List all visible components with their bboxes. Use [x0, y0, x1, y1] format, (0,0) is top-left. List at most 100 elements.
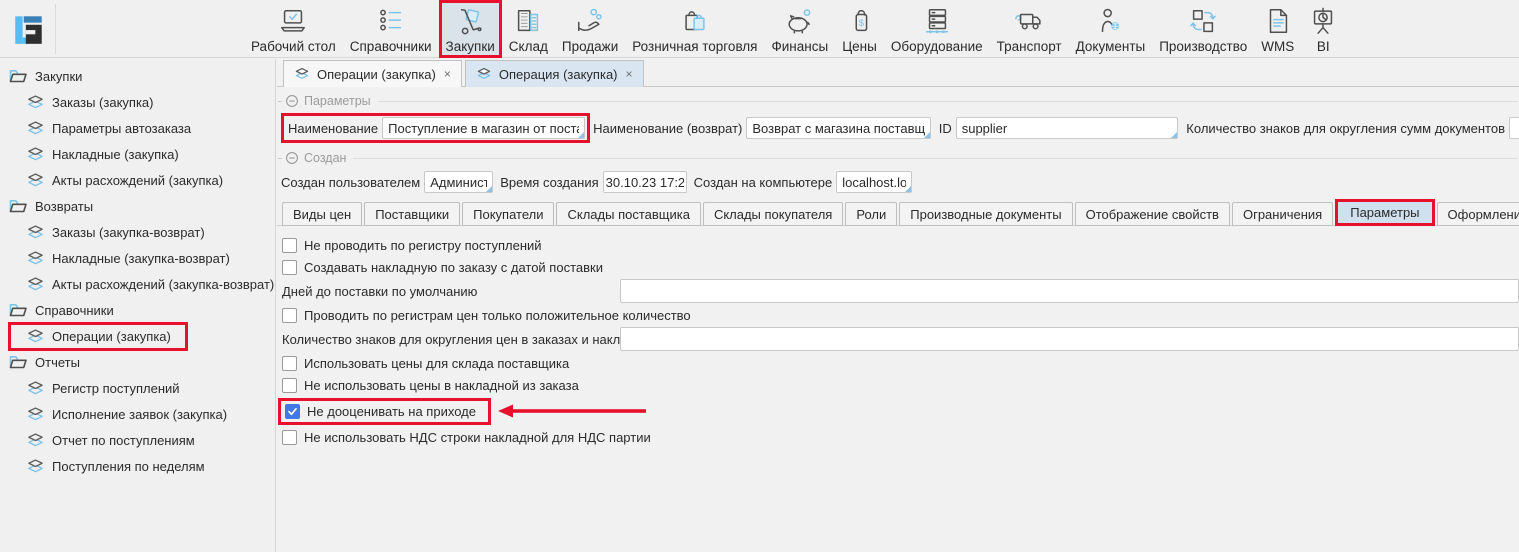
created-time-fieldwrap: [603, 171, 687, 193]
checkbox[interactable]: [282, 356, 297, 371]
document-icon: [1263, 4, 1293, 38]
toolbar-item-hand-coins[interactable]: Продажи: [555, 0, 625, 58]
checkbox-label: Не использовать цены в накладной из зака…: [304, 378, 579, 393]
toolbar-item-piggy-bank[interactable]: Финансы: [765, 0, 836, 58]
layers-icon: [26, 457, 45, 476]
section-tab[interactable]: Виды цен: [282, 202, 362, 226]
sidebar-item[interactable]: Накладные (закупка): [0, 141, 275, 167]
section-tab-label: Ограничения: [1243, 207, 1322, 222]
toolbar-item-server[interactable]: Оборудование: [884, 0, 990, 58]
section-tab[interactable]: Параметры: [1335, 199, 1434, 226]
return-name-input[interactable]: [746, 117, 930, 139]
section-tab-label: Поставщики: [375, 207, 449, 222]
doc-tab[interactable]: Операции (закупка)×: [283, 60, 462, 87]
section-tab[interactable]: Оформление накладных: [1437, 202, 1519, 226]
checkbox[interactable]: [282, 308, 297, 323]
sidebar-item[interactable]: Параметры автозаказа: [0, 115, 275, 141]
sidebar-item[interactable]: Накладные (закупка-возврат): [0, 245, 275, 271]
close-icon[interactable]: ×: [626, 67, 633, 81]
option-input[interactable]: [620, 279, 1519, 303]
folder-icon: [8, 66, 28, 86]
doc-tab[interactable]: Операция (закупка)×: [465, 60, 644, 87]
created-user-fieldwrap: [424, 171, 493, 193]
section-tab[interactable]: Поставщики: [364, 202, 460, 226]
toolbar-item-truck[interactable]: Транспорт: [990, 0, 1069, 58]
sidebar-item[interactable]: Регистр поступлений: [0, 375, 275, 401]
checkbox[interactable]: [282, 378, 297, 393]
squares-cycle-icon: [1188, 4, 1218, 38]
option-row: Не проводить по регистру поступлений: [282, 234, 1519, 256]
section-tab[interactable]: Склады поставщика: [556, 202, 700, 226]
group-header-created: Создан: [278, 150, 1517, 166]
checkbox[interactable]: [282, 430, 297, 445]
piggy-bank-icon: [785, 4, 815, 38]
warehouse-icon: [513, 4, 543, 38]
collapse-icon[interactable]: [285, 94, 299, 108]
created-time-input[interactable]: [603, 171, 687, 193]
close-icon[interactable]: ×: [444, 67, 451, 81]
section-tab-label: Параметры: [1350, 205, 1419, 220]
section-tab-label: Виды цен: [293, 207, 351, 222]
sidebar-item[interactable]: Справочники: [0, 297, 275, 323]
toolbar-item-shopping-bags[interactable]: Розничная торговля: [625, 0, 764, 58]
sidebar-item[interactable]: Заказы (закупка): [0, 89, 275, 115]
section-tab[interactable]: Отображение свойств: [1075, 202, 1230, 226]
name-label: Наименование: [288, 121, 378, 136]
checkbox-label: Проводить по регистрам цен только положи…: [304, 308, 691, 323]
sidebar-item[interactable]: Возвраты: [0, 193, 275, 219]
highlight-annotation-option: Не дооценивать на приходе: [278, 398, 491, 425]
toolbar-item-document[interactable]: WMS: [1254, 0, 1301, 58]
folder-icon: [8, 196, 28, 216]
toolbar-item-warehouse[interactable]: Склад: [502, 0, 555, 58]
sidebar-item[interactable]: Отчет по поступлениям: [0, 427, 275, 453]
layers-icon: [26, 171, 45, 190]
collapse-icon[interactable]: [285, 151, 299, 165]
checkbox-label: Не дооценивать на приходе: [307, 404, 476, 419]
toolbar-item-handtruck[interactable]: Закупки: [439, 0, 502, 58]
sidebar-item-label: Параметры автозаказа: [52, 121, 191, 136]
price-tag-icon: $: [845, 4, 875, 38]
toolbar-item-label: Оборудование: [891, 39, 983, 54]
option-field-row: Количество знаков для округления цен в з…: [282, 326, 1519, 352]
toolbar-item-list[interactable]: Справочники: [343, 0, 439, 58]
toolbar-item-chart-board[interactable]: BI: [1301, 0, 1345, 58]
toolbar-item-label: Финансы: [772, 39, 829, 54]
section-tab[interactable]: Ограничения: [1232, 202, 1333, 226]
section-tab[interactable]: Производные документы: [899, 202, 1072, 226]
group-dash: [278, 101, 282, 102]
section-tab-label: Производные документы: [910, 207, 1061, 222]
sidebar-item[interactable]: Акты расхождений (закупка-возврат): [0, 271, 275, 297]
section-tab[interactable]: Склады покупателя: [703, 202, 843, 226]
sidebar-item[interactable]: Акты расхождений (закупка): [0, 167, 275, 193]
sidebar-item[interactable]: Операции (закупка): [0, 323, 275, 349]
created-user-input[interactable]: [424, 171, 493, 193]
group-title: Создан: [304, 151, 346, 165]
sidebar-item[interactable]: Заказы (закупка-возврат): [0, 219, 275, 245]
name-input[interactable]: [382, 117, 585, 139]
toolbar-item-price-tag[interactable]: $Цены: [835, 0, 884, 58]
section-tab[interactable]: Покупатели: [462, 202, 554, 226]
folder-icon: [8, 300, 28, 320]
toolbar-item-squares-cycle[interactable]: Производство: [1152, 0, 1254, 58]
sidebar-item[interactable]: Исполнение заявок (закупка): [0, 401, 275, 427]
option-input[interactable]: [620, 327, 1519, 351]
toolbar-item-person-globe[interactable]: Документы: [1069, 0, 1153, 58]
created-computer-input[interactable]: [836, 171, 912, 193]
id-label: ID: [939, 121, 952, 136]
id-input[interactable]: [956, 117, 1179, 139]
toolbar-item-label: Закупки: [446, 39, 495, 54]
toolbar-item-label: Склад: [509, 39, 548, 54]
checkbox[interactable]: [285, 404, 300, 419]
sidebar-item[interactable]: Закупки: [0, 63, 275, 89]
chart-board-icon: [1308, 4, 1338, 38]
group-rule: [353, 158, 1517, 159]
sidebar-item[interactable]: Отчеты: [0, 349, 275, 375]
section-tab[interactable]: Роли: [845, 202, 897, 226]
checkbox[interactable]: [282, 260, 297, 275]
layers-icon: [26, 249, 45, 268]
created-computer-fieldwrap: [836, 171, 912, 193]
checkbox[interactable]: [282, 238, 297, 253]
toolbar-item-desktop[interactable]: Рабочий стол: [244, 0, 343, 58]
sidebar-item[interactable]: Поступления по неделям: [0, 453, 275, 479]
rounding-input[interactable]: [1509, 117, 1519, 139]
